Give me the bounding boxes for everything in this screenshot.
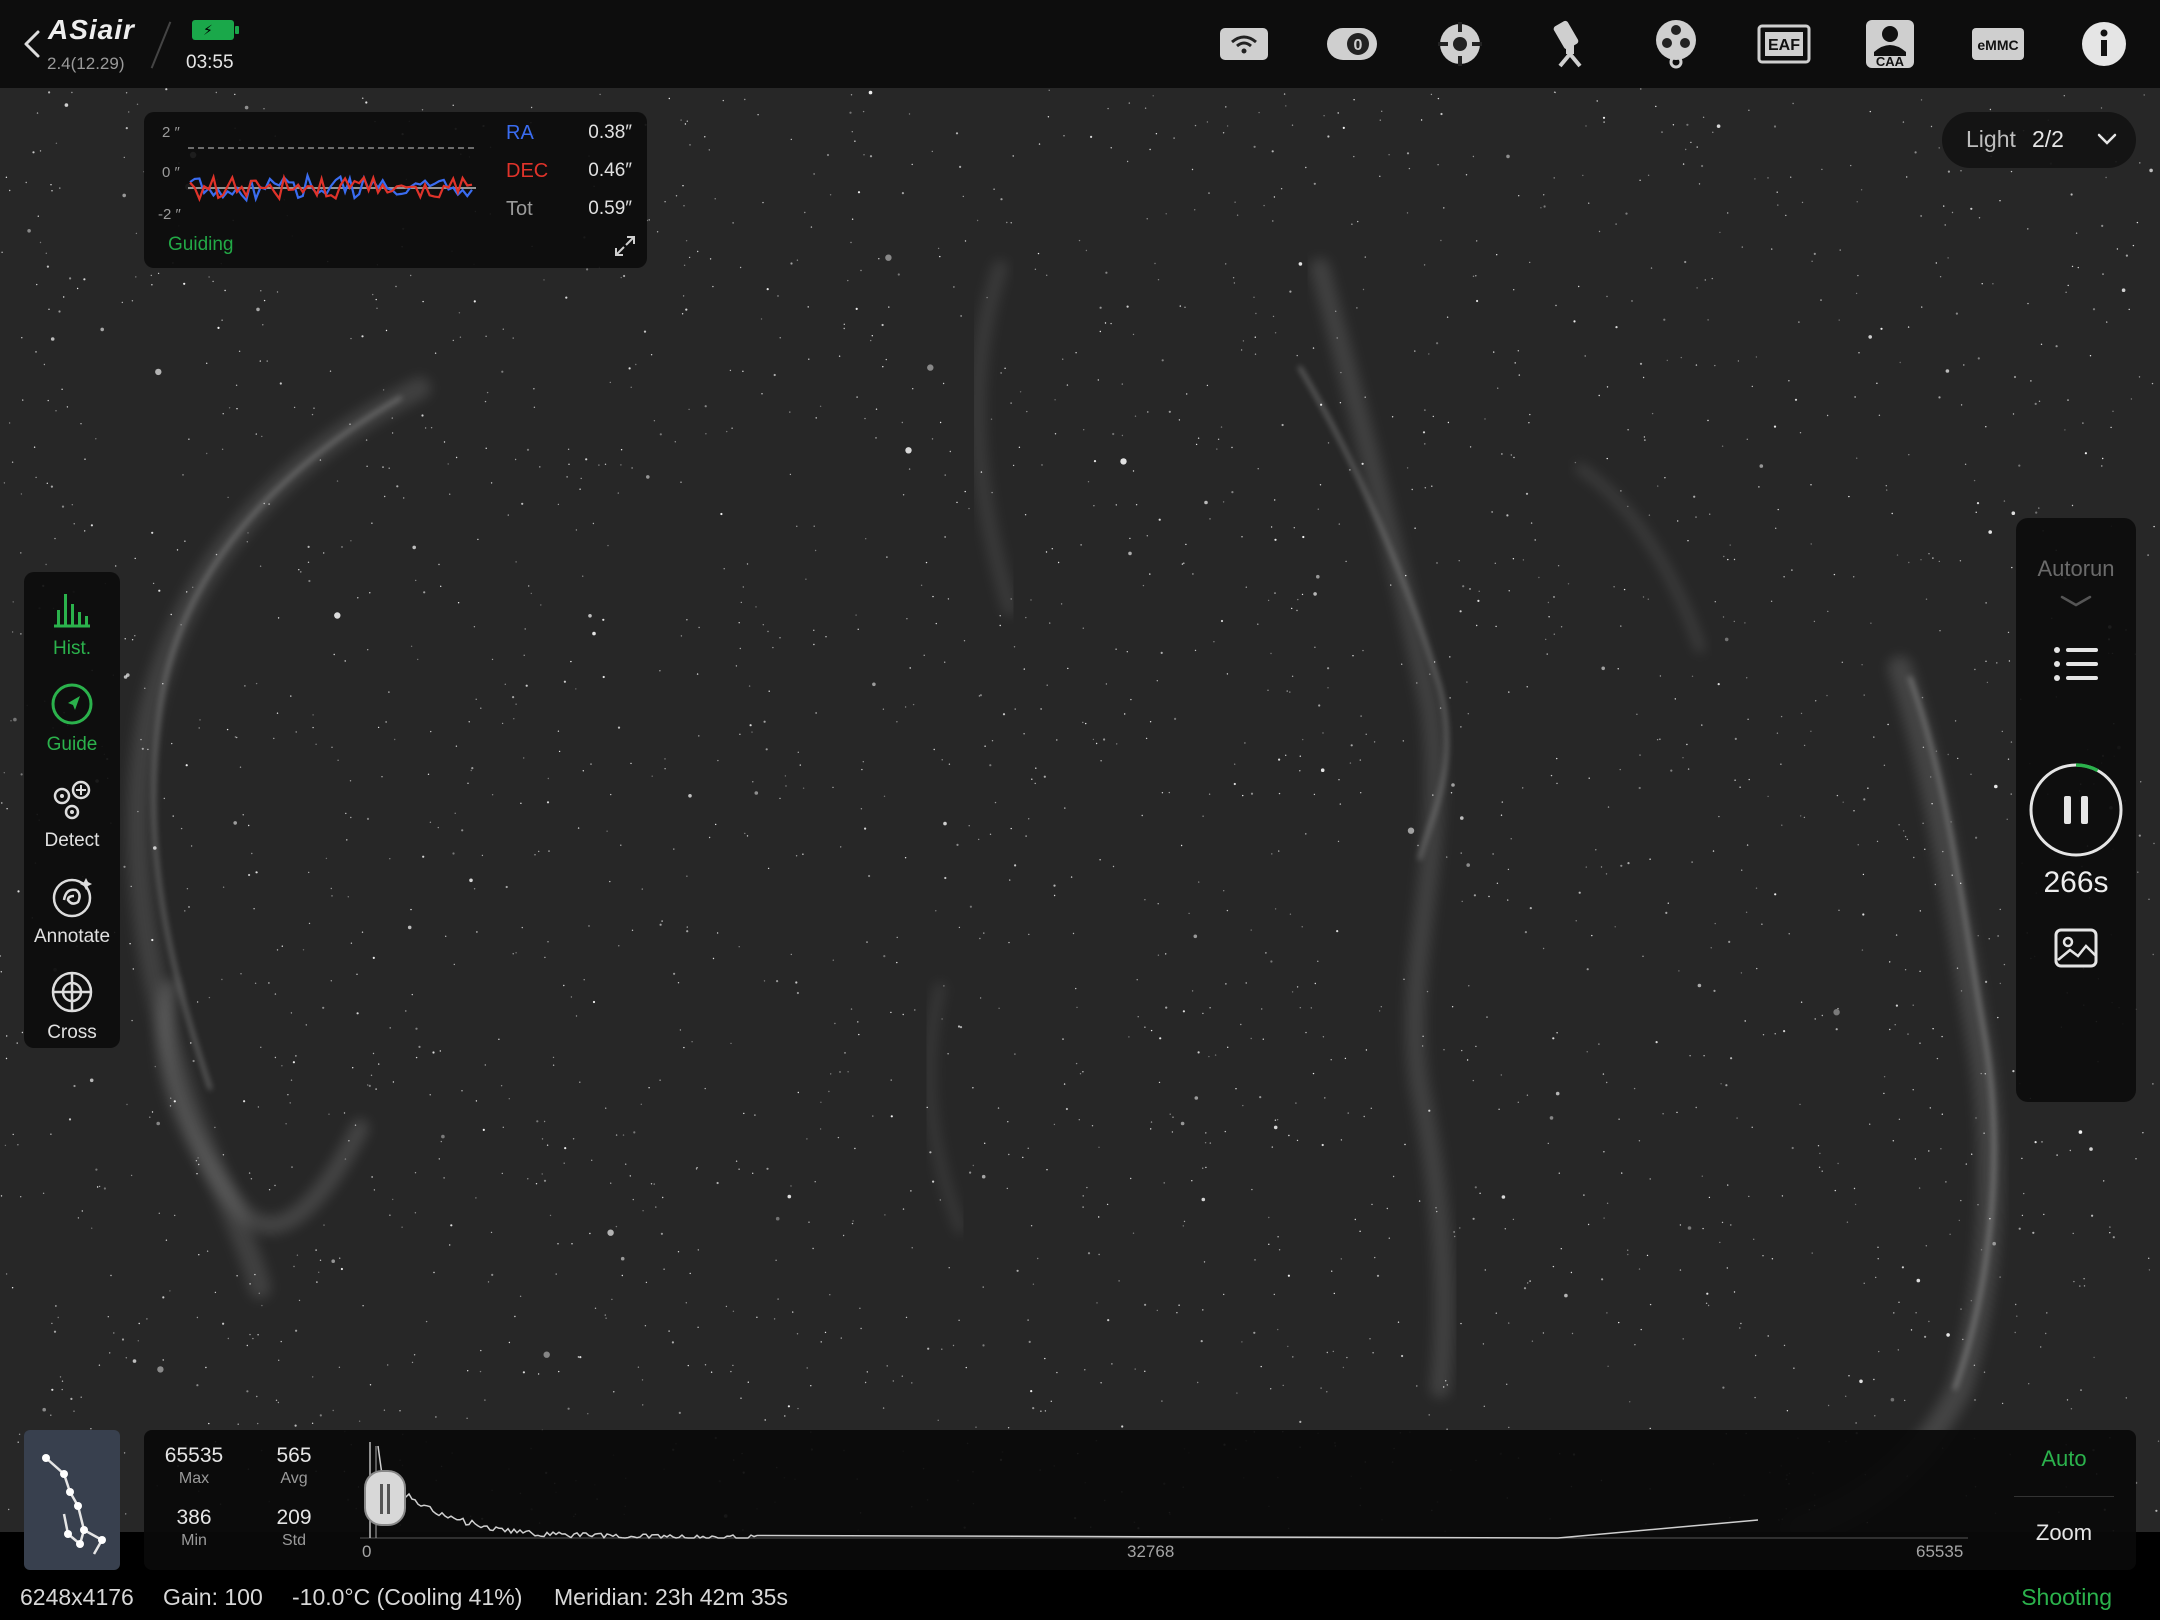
image-resolution: 6248x4176 bbox=[20, 1584, 134, 1610]
histogram-stretch-handle[interactable] bbox=[364, 1470, 406, 1526]
svg-text:EAF: EAF bbox=[1768, 37, 1800, 54]
header-divider bbox=[150, 21, 172, 69]
left-tool-panel: Hist. Guide Detect Annotate Cross bbox=[24, 572, 120, 1048]
guiding-graph-panel[interactable]: 2 ″ 0 ″ -2 ″ RA 0.38″ DEC 0.46″ Tot 0.59… bbox=[144, 112, 647, 268]
svg-text:CAA: CAA bbox=[1876, 54, 1905, 69]
caa-rotator-icon[interactable]: CAA bbox=[1862, 18, 1918, 70]
histogram-panel: 65535 Max 565 Avg 386 Min 209 Std 0 3276… bbox=[144, 1430, 2136, 1570]
hist-axis-max: 65535 bbox=[1916, 1542, 1964, 1561]
hist-avg-label: Avg bbox=[280, 1470, 308, 1487]
ra-value: 0.38″ bbox=[588, 122, 632, 143]
tool-label: Annotate bbox=[33, 926, 111, 947]
sky-atlas-thumbnail[interactable] bbox=[24, 1430, 120, 1570]
camera-gain: Gain: 100 bbox=[163, 1584, 263, 1610]
autorun-label[interactable]: Autorun bbox=[2016, 556, 2136, 582]
exposure-countdown: 266s bbox=[2043, 866, 2109, 899]
camera-icon[interactable]: 0 bbox=[1324, 18, 1380, 70]
eaf-focuser-icon[interactable]: EAF bbox=[1756, 18, 1812, 70]
hist-std-value: 209 bbox=[276, 1506, 312, 1529]
tot-value: 0.59″ bbox=[588, 198, 632, 219]
capture-state: Shooting bbox=[2021, 1584, 2112, 1610]
hist-max-value: 65535 bbox=[164, 1444, 224, 1467]
battery-icon: ⚡ bbox=[192, 20, 239, 40]
telescope-mount-icon[interactable] bbox=[1540, 18, 1596, 70]
hist-min-label: Min bbox=[181, 1532, 207, 1549]
sensor-temperature: -10.0°C (Cooling 41%) bbox=[292, 1584, 523, 1610]
tool-guide[interactable]: Guide bbox=[24, 676, 120, 766]
histogram-curve[interactable] bbox=[358, 1438, 1978, 1548]
autorun-panel: Autorun 266s bbox=[2016, 518, 2136, 1102]
svg-text:0: 0 bbox=[1354, 37, 1363, 54]
zoom-button[interactable]: Zoom bbox=[2014, 1520, 2114, 1546]
svg-text:eMMC: eMMC bbox=[1977, 37, 2018, 53]
hist-std-label: Std bbox=[281, 1532, 306, 1549]
top-bar: ASiair 2.4(12.29) ⚡ 03:55 0 EAF CAA eMMC bbox=[0, 0, 2160, 88]
pause-button[interactable] bbox=[2028, 762, 2124, 858]
hist-min-value: 386 bbox=[176, 1506, 212, 1529]
hist-min: 386 Min bbox=[154, 1506, 234, 1550]
tool-label: Hist. bbox=[53, 638, 91, 659]
constellation-icon bbox=[42, 1454, 106, 1555]
dec-label: DEC bbox=[506, 160, 549, 182]
guide-error-graph bbox=[188, 147, 476, 203]
chevron-down-icon[interactable] bbox=[2060, 594, 2092, 608]
emmc-storage-icon[interactable]: eMMC bbox=[1970, 18, 2026, 70]
app-logo: ASiair bbox=[48, 14, 135, 45]
frame-type-dropdown[interactable]: Light 2/2 bbox=[1942, 112, 2136, 168]
histogram-icon bbox=[54, 594, 90, 628]
sky-preview-image[interactable] bbox=[0, 88, 2160, 1532]
hist-avg: 565 Avg bbox=[254, 1444, 334, 1488]
tool-label: Guide bbox=[46, 734, 98, 755]
tool-label: Cross bbox=[47, 1022, 97, 1043]
frame-count-label: 2/2 bbox=[2032, 126, 2064, 152]
frame-type-label: Light bbox=[1966, 126, 2016, 152]
guide-scope-icon[interactable] bbox=[1432, 18, 1488, 70]
tool-cross[interactable]: Cross bbox=[24, 964, 120, 1054]
auto-stretch-button[interactable]: Auto bbox=[2014, 1446, 2114, 1472]
hist-avg-value: 565 bbox=[276, 1444, 312, 1467]
meridian-countdown: Meridian: 23h 42m 35s bbox=[554, 1584, 788, 1610]
guide-compass-icon bbox=[51, 683, 93, 725]
tool-annotate[interactable]: Annotate bbox=[24, 868, 120, 958]
guide-y-tick-mid: 0 ″ bbox=[162, 164, 180, 181]
image-gallery-icon[interactable] bbox=[2054, 928, 2098, 968]
status-bar: 6248x4176 Gain: 100 -10.0°C (Cooling 41%… bbox=[0, 1576, 2160, 1620]
crosshair-icon bbox=[51, 971, 93, 1013]
hist-axis-min: 0 bbox=[362, 1542, 372, 1561]
filter-wheel-icon[interactable] bbox=[1648, 18, 1704, 70]
wifi-router-icon[interactable] bbox=[1216, 18, 1272, 70]
guiding-status: Guiding bbox=[168, 234, 234, 255]
app-version: 2.4(12.29) bbox=[47, 54, 125, 73]
dec-value: 0.46″ bbox=[588, 160, 632, 181]
tot-label: Tot bbox=[506, 198, 533, 220]
hist-divider bbox=[2014, 1496, 2114, 1497]
tool-detect[interactable]: Detect bbox=[24, 772, 120, 862]
hist-max-label: Max bbox=[178, 1470, 210, 1487]
tool-histogram[interactable]: Hist. bbox=[24, 580, 120, 670]
detect-stars-icon bbox=[53, 780, 91, 820]
hist-max: 65535 Max bbox=[154, 1444, 234, 1488]
expand-icon[interactable] bbox=[613, 234, 637, 258]
hist-axis-mid: 32768 bbox=[1127, 1542, 1175, 1561]
ra-label: RA bbox=[506, 122, 534, 144]
info-icon[interactable] bbox=[2076, 18, 2132, 70]
guide-y-tick-top: 2 ″ bbox=[162, 124, 180, 141]
back-chevron-icon[interactable] bbox=[18, 26, 48, 62]
guide-y-tick-bottom: -2 ″ bbox=[158, 206, 181, 223]
tool-label: Detect bbox=[44, 830, 100, 851]
chevron-down-icon bbox=[2097, 133, 2117, 145]
galaxy-icon bbox=[52, 878, 92, 918]
hist-std: 209 Std bbox=[254, 1506, 334, 1550]
clock-time: 03:55 bbox=[186, 52, 234, 73]
sequence-list-icon[interactable] bbox=[2052, 644, 2100, 684]
